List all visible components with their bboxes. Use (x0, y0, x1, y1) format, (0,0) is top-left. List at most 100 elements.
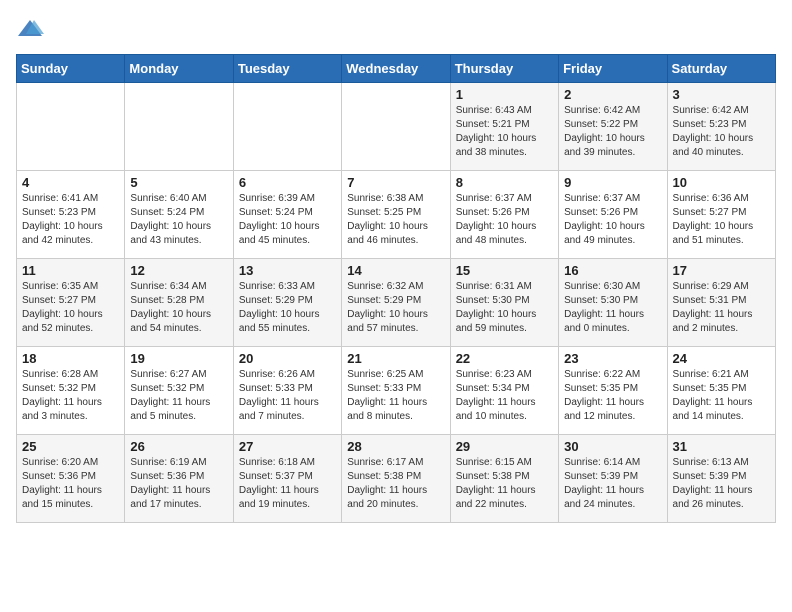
calendar-cell: 23Sunrise: 6:22 AM Sunset: 5:35 PM Dayli… (559, 347, 667, 435)
day-number: 12 (130, 263, 227, 278)
day-info: Sunrise: 6:17 AM Sunset: 5:38 PM Dayligh… (347, 456, 444, 512)
day-info: Sunrise: 6:37 AM Sunset: 5:26 PM Dayligh… (456, 192, 553, 248)
logo (16, 16, 48, 44)
day-info: Sunrise: 6:38 AM Sunset: 5:25 PM Dayligh… (347, 192, 444, 248)
day-number: 28 (347, 439, 444, 454)
day-number: 17 (673, 263, 770, 278)
calendar-cell: 8Sunrise: 6:37 AM Sunset: 5:26 PM Daylig… (450, 171, 558, 259)
calendar-cell (233, 83, 341, 171)
day-of-week-header: Friday (559, 55, 667, 83)
calendar-cell: 10 Sunrise: 6:36 AM Sunset: 5:27 PM Dayli… (667, 171, 775, 259)
day-info: Sunrise: 6:26 AM Sunset: 5:33 PM Dayligh… (239, 368, 336, 424)
day-of-week-header: Sunday (17, 55, 125, 83)
day-info: Sunrise: 6:23 AM Sunset: 5:34 PM Dayligh… (456, 368, 553, 424)
day-number: 2 (564, 87, 661, 102)
day-of-week-header: Saturday (667, 55, 775, 83)
calendar-cell: 20 Sunrise: 6:26 AM Sunset: 5:33 PM Dayli… (233, 347, 341, 435)
day-number: 6 (239, 175, 336, 190)
day-info: Sunrise: 6:36 AM Sunset: 5:27 PM Dayligh… (673, 192, 770, 248)
calendar-week-row: 18 Sunrise: 6:28 AM Sunset: 5:32 PM Dayli… (17, 347, 776, 435)
day-number: 9 (564, 175, 661, 190)
day-info: Sunrise: 6:39 AM Sunset: 5:24 PM Dayligh… (239, 192, 336, 248)
day-number: 26 (130, 439, 227, 454)
calendar-cell (17, 83, 125, 171)
day-number: 24 (673, 351, 770, 366)
day-number: 3 (673, 87, 770, 102)
day-number: 13 (239, 263, 336, 278)
day-info: Sunrise: 6:37 AM Sunset: 5:26 PM Dayligh… (564, 192, 661, 248)
calendar-cell: 5 Sunrise: 6:40 AM Sunset: 5:24 PM Daylig… (125, 171, 233, 259)
day-info: Sunrise: 6:22 AM Sunset: 5:35 PM Dayligh… (564, 368, 661, 424)
day-of-week-header: Tuesday (233, 55, 341, 83)
calendar-cell: 28 Sunrise: 6:17 AM Sunset: 5:38 PM Dayli… (342, 435, 450, 523)
day-info: Sunrise: 6:42 AM Sunset: 5:23 PM Dayligh… (673, 104, 770, 160)
day-of-week-header: Thursday (450, 55, 558, 83)
day-info: Sunrise: 6:29 AM Sunset: 5:31 PM Dayligh… (673, 280, 770, 336)
day-number: 16 (564, 263, 661, 278)
day-info: Sunrise: 6:15 AM Sunset: 5:38 PM Dayligh… (456, 456, 553, 512)
calendar-cell: 16 Sunrise: 6:30 AM Sunset: 5:30 PM Dayli… (559, 259, 667, 347)
calendar-cell: 17 Sunrise: 6:29 AM Sunset: 5:31 PM Dayli… (667, 259, 775, 347)
calendar-cell (125, 83, 233, 171)
calendar-cell: 27 Sunrise: 6:18 AM Sunset: 5:37 PM Dayli… (233, 435, 341, 523)
day-number: 21 (347, 351, 444, 366)
day-number: 22 (456, 351, 553, 366)
day-info: Sunrise: 6:43 AM Sunset: 5:21 PM Dayligh… (456, 104, 553, 160)
day-number: 27 (239, 439, 336, 454)
logo-icon (16, 16, 44, 44)
day-number: 30 (564, 439, 661, 454)
page-header (16, 16, 776, 44)
day-number: 1 (456, 87, 553, 102)
day-number: 20 (239, 351, 336, 366)
day-of-week-header: Wednesday (342, 55, 450, 83)
calendar-week-row: 4 Sunrise: 6:41 AM Sunset: 5:23 PM Daylig… (17, 171, 776, 259)
calendar-cell: 7 Sunrise: 6:38 AM Sunset: 5:25 PM Daylig… (342, 171, 450, 259)
day-number: 29 (456, 439, 553, 454)
calendar-cell: 12 Sunrise: 6:34 AM Sunset: 5:28 PM Dayli… (125, 259, 233, 347)
calendar-cell: 21 Sunrise: 6:25 AM Sunset: 5:33 PM Dayli… (342, 347, 450, 435)
day-info: Sunrise: 6:25 AM Sunset: 5:33 PM Dayligh… (347, 368, 444, 424)
calendar-week-row: 1 Sunrise: 6:43 AM Sunset: 5:21 PM Daylig… (17, 83, 776, 171)
day-number: 5 (130, 175, 227, 190)
day-info: Sunrise: 6:31 AM Sunset: 5:30 PM Dayligh… (456, 280, 553, 336)
day-info: Sunrise: 6:32 AM Sunset: 5:29 PM Dayligh… (347, 280, 444, 336)
calendar-cell: 3 Sunrise: 6:42 AM Sunset: 5:23 PM Daylig… (667, 83, 775, 171)
day-number: 7 (347, 175, 444, 190)
day-number: 18 (22, 351, 119, 366)
day-info: Sunrise: 6:40 AM Sunset: 5:24 PM Dayligh… (130, 192, 227, 248)
day-info: Sunrise: 6:34 AM Sunset: 5:28 PM Dayligh… (130, 280, 227, 336)
day-info: Sunrise: 6:33 AM Sunset: 5:29 PM Dayligh… (239, 280, 336, 336)
day-number: 15 (456, 263, 553, 278)
day-number: 4 (22, 175, 119, 190)
calendar-cell: 4 Sunrise: 6:41 AM Sunset: 5:23 PM Daylig… (17, 171, 125, 259)
calendar-cell: 24Sunrise: 6:21 AM Sunset: 5:35 PM Dayli… (667, 347, 775, 435)
calendar-cell: 13 Sunrise: 6:33 AM Sunset: 5:29 PM Dayli… (233, 259, 341, 347)
day-number: 31 (673, 439, 770, 454)
calendar-cell: 15 Sunrise: 6:31 AM Sunset: 5:30 PM Dayli… (450, 259, 558, 347)
day-info: Sunrise: 6:30 AM Sunset: 5:30 PM Dayligh… (564, 280, 661, 336)
calendar-cell: 26 Sunrise: 6:19 AM Sunset: 5:36 PM Dayli… (125, 435, 233, 523)
calendar-cell: 11Sunrise: 6:35 AM Sunset: 5:27 PM Dayli… (17, 259, 125, 347)
day-info: Sunrise: 6:14 AM Sunset: 5:39 PM Dayligh… (564, 456, 661, 512)
day-number: 19 (130, 351, 227, 366)
calendar-cell: 22 Sunrise: 6:23 AM Sunset: 5:34 PM Dayli… (450, 347, 558, 435)
day-info: Sunrise: 6:27 AM Sunset: 5:32 PM Dayligh… (130, 368, 227, 424)
day-number: 10 (673, 175, 770, 190)
calendar-table: SundayMondayTuesdayWednesdayThursdayFrid… (16, 54, 776, 523)
calendar-cell: 19 Sunrise: 6:27 AM Sunset: 5:32 PM Dayli… (125, 347, 233, 435)
calendar-cell: 31 Sunrise: 6:13 AM Sunset: 5:39 PM Dayli… (667, 435, 775, 523)
day-of-week-header: Monday (125, 55, 233, 83)
day-info: Sunrise: 6:35 AM Sunset: 5:27 PM Dayligh… (22, 280, 119, 336)
calendar-cell: 14Sunrise: 6:32 AM Sunset: 5:29 PM Dayli… (342, 259, 450, 347)
calendar-cell: 1 Sunrise: 6:43 AM Sunset: 5:21 PM Daylig… (450, 83, 558, 171)
day-info: Sunrise: 6:13 AM Sunset: 5:39 PM Dayligh… (673, 456, 770, 512)
calendar-cell: 25Sunrise: 6:20 AM Sunset: 5:36 PM Dayli… (17, 435, 125, 523)
day-info: Sunrise: 6:18 AM Sunset: 5:37 PM Dayligh… (239, 456, 336, 512)
day-info: Sunrise: 6:41 AM Sunset: 5:23 PM Dayligh… (22, 192, 119, 248)
header-row: SundayMondayTuesdayWednesdayThursdayFrid… (17, 55, 776, 83)
calendar-cell: 30 Sunrise: 6:14 AM Sunset: 5:39 PM Dayli… (559, 435, 667, 523)
calendar-cell: 9 Sunrise: 6:37 AM Sunset: 5:26 PM Daylig… (559, 171, 667, 259)
calendar-cell (342, 83, 450, 171)
day-info: Sunrise: 6:19 AM Sunset: 5:36 PM Dayligh… (130, 456, 227, 512)
day-info: Sunrise: 6:28 AM Sunset: 5:32 PM Dayligh… (22, 368, 119, 424)
